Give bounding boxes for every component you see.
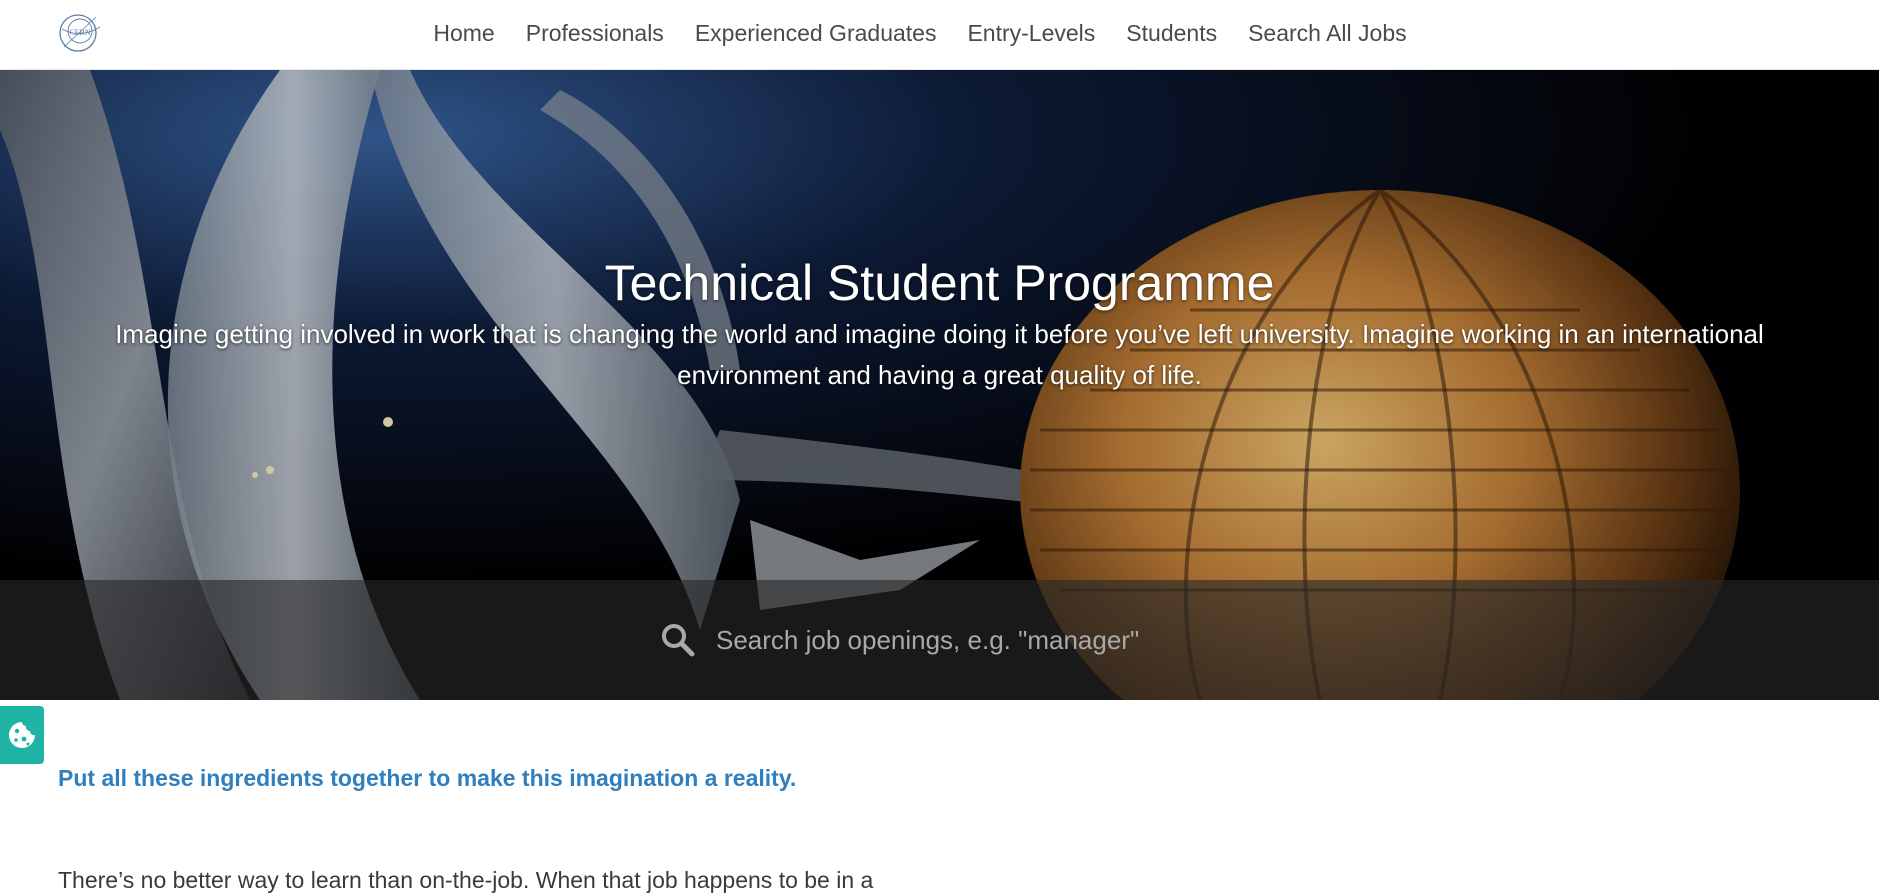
intro-paragraph: There’s no better way to learn than on-t…: [58, 867, 874, 893]
search-icon[interactable]: [660, 622, 696, 658]
cookie-settings-button[interactable]: [0, 706, 44, 764]
hero-subtitle: Imagine getting involved in work that is…: [115, 319, 1764, 390]
page-title: Technical Student Programme: [604, 255, 1275, 311]
search-input[interactable]: [714, 615, 1280, 665]
top-navbar: CERN Home Professionals Experienced Grad…: [0, 0, 1879, 70]
nav-link-search-all-jobs[interactable]: Search All Jobs: [1248, 20, 1407, 47]
main-nav: Home Professionals Experienced Graduates…: [0, 0, 1879, 66]
search-bar: [0, 580, 1879, 700]
nav-link-professionals[interactable]: Professionals: [526, 20, 664, 47]
section-tagline: Put all these ingredients together to ma…: [58, 765, 797, 791]
hero-banner: Technical Student Programme Imagine gett…: [0, 70, 1879, 700]
nav-link-home[interactable]: Home: [433, 20, 494, 47]
nav-link-entry-levels[interactable]: Entry-Levels: [967, 20, 1095, 47]
search-container: [660, 612, 1280, 668]
nav-link-experienced-graduates[interactable]: Experienced Graduates: [695, 20, 937, 47]
cookie-icon: [9, 722, 35, 748]
nav-link-students[interactable]: Students: [1126, 20, 1217, 47]
